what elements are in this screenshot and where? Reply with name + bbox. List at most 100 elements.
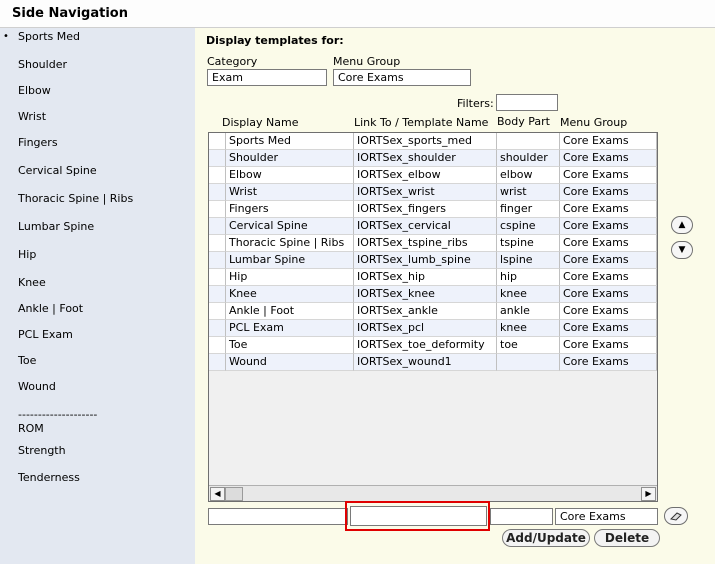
table-row[interactable]: Knee IORTSex_knee knee Core Exams xyxy=(209,286,657,303)
scroll-right-icon[interactable]: ▶ xyxy=(641,487,656,501)
table-cell: shoulder xyxy=(497,150,560,167)
table-row[interactable]: Sports Med IORTSex_sports_med Core Exams xyxy=(209,133,657,150)
sidebar-item[interactable]: Ankle | Foot xyxy=(18,302,83,315)
sidebar-item[interactable]: Toe xyxy=(18,354,36,367)
table-row[interactable]: Hip IORTSex_hip hip Core Exams xyxy=(209,269,657,286)
templates-grid[interactable]: Sports Med IORTSex_sports_med Core Exams Sh… xyxy=(208,132,658,502)
table-row[interactable]: Shoulder IORTSex_shoulder shoulder Core Exa… xyxy=(209,150,657,167)
row-selector[interactable] xyxy=(209,354,226,371)
column-header-body-part[interactable]: Body Part xyxy=(497,115,550,128)
row-selector[interactable] xyxy=(209,252,226,269)
table-cell: Core Exams xyxy=(560,269,657,286)
table-cell: Core Exams xyxy=(560,150,657,167)
table-cell xyxy=(497,133,560,150)
table-row[interactable]: Thoracic Spine | Ribs IORTSex_tspine_ribs… xyxy=(209,235,657,252)
column-header-menu-group[interactable]: Menu Group xyxy=(560,116,627,129)
row-selector[interactable] xyxy=(209,286,226,303)
sidebar-item[interactable]: ROM xyxy=(18,422,44,435)
table-cell: Elbow xyxy=(226,167,354,184)
scroll-left-icon[interactable]: ◀ xyxy=(210,487,225,501)
sidebar-item[interactable]: -------------------- xyxy=(18,408,97,421)
table-cell: wrist xyxy=(497,184,560,201)
sidebar-item[interactable]: Thoracic Spine | Ribs xyxy=(18,192,133,205)
sidebar-item[interactable]: Knee xyxy=(18,276,46,289)
scroll-thumb[interactable] xyxy=(225,487,243,501)
sidebar-item[interactable]: PCL Exam xyxy=(18,328,73,341)
table-cell: knee xyxy=(497,286,560,303)
table-cell: Core Exams xyxy=(560,184,657,201)
display-templates-heading: Display templates for: xyxy=(206,34,344,47)
table-row[interactable]: Elbow IORTSex_elbow elbow Core Exams xyxy=(209,167,657,184)
category-input[interactable]: Exam xyxy=(207,69,327,86)
table-row[interactable]: Wound IORTSex_wound1 Core Exams xyxy=(209,354,657,371)
sidebar-item[interactable]: Sports Med xyxy=(18,30,80,43)
table-cell: PCL Exam xyxy=(226,320,354,337)
table-row[interactable]: PCL Exam IORTSex_pcl knee Core Exams xyxy=(209,320,657,337)
table-cell: IORTSex_knee xyxy=(354,286,497,303)
table-row[interactable]: Lumbar Spine IORTSex_lumb_spine lspine Core… xyxy=(209,252,657,269)
arrow-up-icon[interactable]: ▲ xyxy=(671,216,693,234)
column-header-display-name[interactable]: Display Name xyxy=(222,116,299,129)
row-selector[interactable] xyxy=(209,320,226,337)
sidebar-item[interactable]: Tenderness xyxy=(18,471,80,484)
row-selector[interactable] xyxy=(209,150,226,167)
table-row[interactable]: Fingers IORTSex_fingers finger Core Exams xyxy=(209,201,657,218)
row-selector[interactable] xyxy=(209,303,226,320)
display-name-input[interactable] xyxy=(208,508,348,525)
category-label: Category xyxy=(207,55,258,68)
table-cell: Ankle | Foot xyxy=(226,303,354,320)
add-update-button[interactable]: Add/Update xyxy=(502,529,590,547)
body-part-input[interactable] xyxy=(490,508,553,525)
row-selector[interactable] xyxy=(209,133,226,150)
table-cell: knee xyxy=(497,320,560,337)
sidebar-item[interactable]: Elbow xyxy=(18,84,51,97)
active-bullet: • xyxy=(3,31,9,42)
title-bar: Side Navigation xyxy=(0,0,715,28)
table-cell: IORTSex_hip xyxy=(354,269,497,286)
sidebar-item[interactable]: Wound xyxy=(18,380,56,393)
table-row[interactable]: Cervical Spine IORTSex_cervical cspine Core… xyxy=(209,218,657,235)
arrow-down-icon[interactable]: ▼ xyxy=(671,241,693,259)
table-cell: Thoracic Spine | Ribs xyxy=(226,235,354,252)
sidebar-item[interactable]: Shoulder xyxy=(18,58,67,71)
column-header-template-name[interactable]: Link To / Template Name xyxy=(354,116,488,129)
window-title: Side Navigation xyxy=(12,6,128,21)
row-selector[interactable] xyxy=(209,337,226,354)
table-cell: IORTSex_wrist xyxy=(354,184,497,201)
sidebar-item[interactable]: Hip xyxy=(18,248,36,261)
table-cell: ankle xyxy=(497,303,560,320)
row-selector[interactable] xyxy=(209,184,226,201)
table-cell: Knee xyxy=(226,286,354,303)
table-cell: Fingers xyxy=(226,201,354,218)
sidebar-item[interactable]: Fingers xyxy=(18,136,58,149)
filters-input[interactable] xyxy=(496,94,558,111)
sidebar-item[interactable]: Strength xyxy=(18,444,66,457)
eraser-icon[interactable] xyxy=(664,507,688,525)
sidebar-item[interactable]: Cervical Spine xyxy=(18,164,97,177)
table-cell: Core Exams xyxy=(560,252,657,269)
table-cell: IORTSex_elbow xyxy=(354,167,497,184)
row-selector[interactable] xyxy=(209,167,226,184)
menu-group-label: Menu Group xyxy=(333,55,401,68)
table-row[interactable]: Wrist IORTSex_wrist wrist Core Exams xyxy=(209,184,657,201)
row-selector[interactable] xyxy=(209,201,226,218)
sidebar-item[interactable]: Lumbar Spine xyxy=(18,220,94,233)
table-row[interactable]: Toe IORTSex_toe_deformity toe Core Exams xyxy=(209,337,657,354)
table-cell: Core Exams xyxy=(560,320,657,337)
row-selector[interactable] xyxy=(209,235,226,252)
table-cell: Core Exams xyxy=(560,167,657,184)
table-cell: Shoulder xyxy=(226,150,354,167)
menu-group-edit-input[interactable]: Core Exams xyxy=(555,508,658,525)
sidebar-item[interactable]: Wrist xyxy=(18,110,46,123)
menu-group-input[interactable]: Core Exams xyxy=(333,69,471,86)
table-row[interactable]: Ankle | Foot IORTSex_ankle ankle Core Exams xyxy=(209,303,657,320)
table-cell: Core Exams xyxy=(560,133,657,150)
row-selector[interactable] xyxy=(209,269,226,286)
row-selector[interactable] xyxy=(209,218,226,235)
table-cell: finger xyxy=(497,201,560,218)
table-cell: Core Exams xyxy=(560,354,657,371)
delete-button[interactable]: Delete xyxy=(594,529,660,547)
table-cell: IORTSex_toe_deformity xyxy=(354,337,497,354)
table-cell: Toe xyxy=(226,337,354,354)
horizontal-scrollbar[interactable]: ◀ ▶ xyxy=(209,485,657,501)
